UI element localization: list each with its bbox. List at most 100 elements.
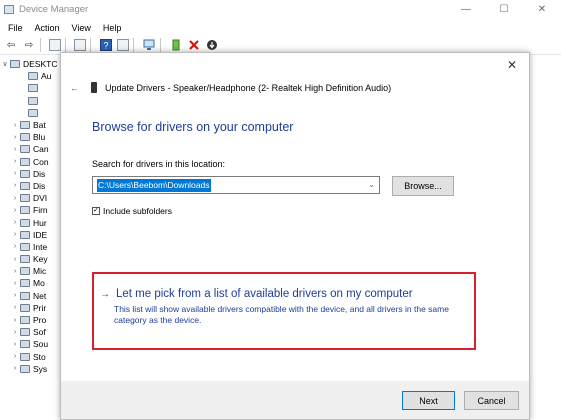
chevron-right-icon[interactable]: ›	[10, 268, 20, 275]
tree-item-label: Mic	[33, 266, 47, 277]
device-category-icon	[20, 157, 30, 166]
help-icon[interactable]: ?	[99, 38, 113, 52]
toolbar-separator	[160, 38, 161, 52]
close-icon[interactable]: ✕	[505, 58, 519, 72]
menubar: File Action View Help	[0, 20, 561, 36]
chevron-right-icon[interactable]: ›	[10, 280, 20, 287]
tree-item-label: Sof	[33, 327, 46, 338]
chevron-right-icon[interactable]: ›	[10, 170, 20, 177]
chevron-right-icon[interactable]: ›	[10, 353, 20, 360]
tree-item-label: Blu	[33, 132, 46, 143]
chevron-right-icon[interactable]: ›	[10, 365, 20, 372]
menu-file[interactable]: File	[8, 23, 23, 33]
include-subfolders-option[interactable]: ✓ Include subfolders	[92, 206, 172, 216]
device-category-icon	[20, 121, 30, 130]
tree-item-label: Hur	[33, 217, 47, 228]
chevron-right-icon[interactable]: ›	[10, 158, 20, 165]
menu-action[interactable]: Action	[35, 23, 60, 33]
driver-path-input[interactable]: C:\Users\Beebom\Downloads ⌄	[92, 176, 380, 194]
device-category-icon	[28, 72, 38, 81]
tree-item-label: Firn	[33, 205, 48, 216]
device-category-icon	[20, 291, 30, 300]
speaker-device-icon	[91, 82, 97, 93]
device-category-icon	[20, 169, 30, 178]
page-heading: Browse for drivers on your computer	[92, 120, 294, 134]
driver-path-value: C:\Users\Beebom\Downloads	[97, 178, 211, 192]
chevron-right-icon[interactable]: ›	[10, 219, 20, 226]
chevron-right-icon[interactable]: ›	[10, 341, 20, 348]
chevron-right-icon[interactable]: ›	[10, 182, 20, 189]
window-controls: — ☐ ✕	[447, 0, 561, 18]
window-title: Device Manager	[19, 3, 89, 15]
view-hidden-icon[interactable]	[117, 39, 129, 51]
update-driver-icon[interactable]	[169, 38, 183, 52]
tree-item-label: Inte	[33, 241, 48, 252]
device-category-icon	[20, 255, 30, 264]
browse-button[interactable]: Browse...	[392, 176, 454, 196]
tree-item-label: Pro	[33, 315, 47, 326]
chevron-right-icon[interactable]: ›	[10, 207, 20, 214]
chevron-right-icon[interactable]: ›	[10, 122, 20, 129]
tree-item-label: IDE	[33, 229, 48, 240]
tree-item-label: Sys	[33, 363, 48, 374]
tree-item-label: Bat	[33, 120, 46, 131]
menu-help[interactable]: Help	[103, 23, 122, 33]
include-subfolders-checkbox[interactable]: ✓	[92, 207, 100, 215]
pick-driver-link[interactable]: → Let me pick from a list of available d…	[100, 288, 413, 300]
chevron-right-icon[interactable]: ›	[10, 256, 20, 263]
chevron-right-icon[interactable]: ›	[10, 317, 20, 324]
chevron-down-icon[interactable]: ∨	[0, 60, 10, 68]
device-manager-icon	[4, 4, 14, 14]
svg-text:?: ?	[103, 41, 108, 51]
include-subfolders-label: Include subfolders	[103, 206, 172, 216]
device-category-icon	[28, 108, 38, 117]
cancel-button[interactable]: Cancel	[464, 391, 519, 410]
tree-item-label: Au	[41, 71, 52, 82]
tree-item-label: Sto	[33, 351, 46, 362]
device-category-icon	[20, 181, 30, 190]
chevron-right-icon[interactable]: ›	[10, 329, 20, 336]
tree-item-label: Dis	[33, 180, 46, 191]
device-category-icon	[20, 352, 30, 361]
chevron-right-icon[interactable]: ›	[10, 304, 20, 311]
device-category-icon	[28, 96, 38, 105]
search-location-label: Search for drivers in this location:	[92, 159, 226, 169]
next-button[interactable]: Next	[402, 391, 455, 410]
minimize-button[interactable]: —	[447, 0, 485, 18]
tree-item-label: Can	[33, 144, 49, 155]
device-category-icon	[20, 267, 30, 276]
chevron-right-icon[interactable]: ›	[10, 134, 20, 141]
pick-driver-description: This list will show available drivers co…	[114, 304, 449, 325]
chevron-right-icon[interactable]: ›	[10, 146, 20, 153]
device-category-icon	[20, 218, 30, 227]
chevron-right-icon[interactable]: ›	[10, 292, 20, 299]
forward-arrow-icon[interactable]: ⇨	[22, 38, 36, 52]
maximize-button[interactable]: ☐	[485, 0, 523, 18]
device-category-icon	[20, 316, 30, 325]
properties-pane-icon[interactable]	[49, 39, 61, 51]
chevron-right-icon[interactable]: ›	[10, 195, 20, 202]
chevron-down-icon[interactable]: ⌄	[368, 180, 375, 189]
pick-driver-highlight: → Let me pick from a list of available d…	[92, 272, 476, 350]
scan-hardware-icon[interactable]	[142, 38, 156, 52]
close-window-button[interactable]: ✕	[523, 0, 561, 18]
dialog-footer: Next Cancel	[61, 381, 529, 419]
device-category-icon	[20, 133, 30, 142]
tree-item-label: Prir	[33, 302, 47, 313]
back-arrow-icon[interactable]: ←	[70, 83, 79, 93]
computer-icon	[10, 60, 20, 69]
tree-item-label: Con	[33, 156, 49, 167]
window-titlebar: Device Manager — ☐ ✕	[0, 0, 561, 18]
back-arrow-icon[interactable]: ⇦	[4, 38, 18, 52]
enable-device-icon[interactable]	[205, 38, 219, 52]
chevron-right-icon[interactable]: ›	[10, 231, 20, 238]
update-drivers-dialog: ✕ ← Update Drivers - Speaker/Headphone (…	[60, 52, 530, 420]
properties-icon[interactable]	[74, 39, 86, 51]
menu-view[interactable]: View	[72, 23, 91, 33]
pick-driver-link-text[interactable]: Let me pick from a list of available dri…	[116, 288, 413, 300]
chevron-right-icon[interactable]: ›	[10, 243, 20, 250]
device-category-icon	[20, 279, 30, 288]
uninstall-icon[interactable]	[187, 38, 201, 52]
device-category-icon	[20, 194, 30, 203]
dialog-title: Update Drivers - Speaker/Headphone (2- R…	[105, 82, 392, 93]
